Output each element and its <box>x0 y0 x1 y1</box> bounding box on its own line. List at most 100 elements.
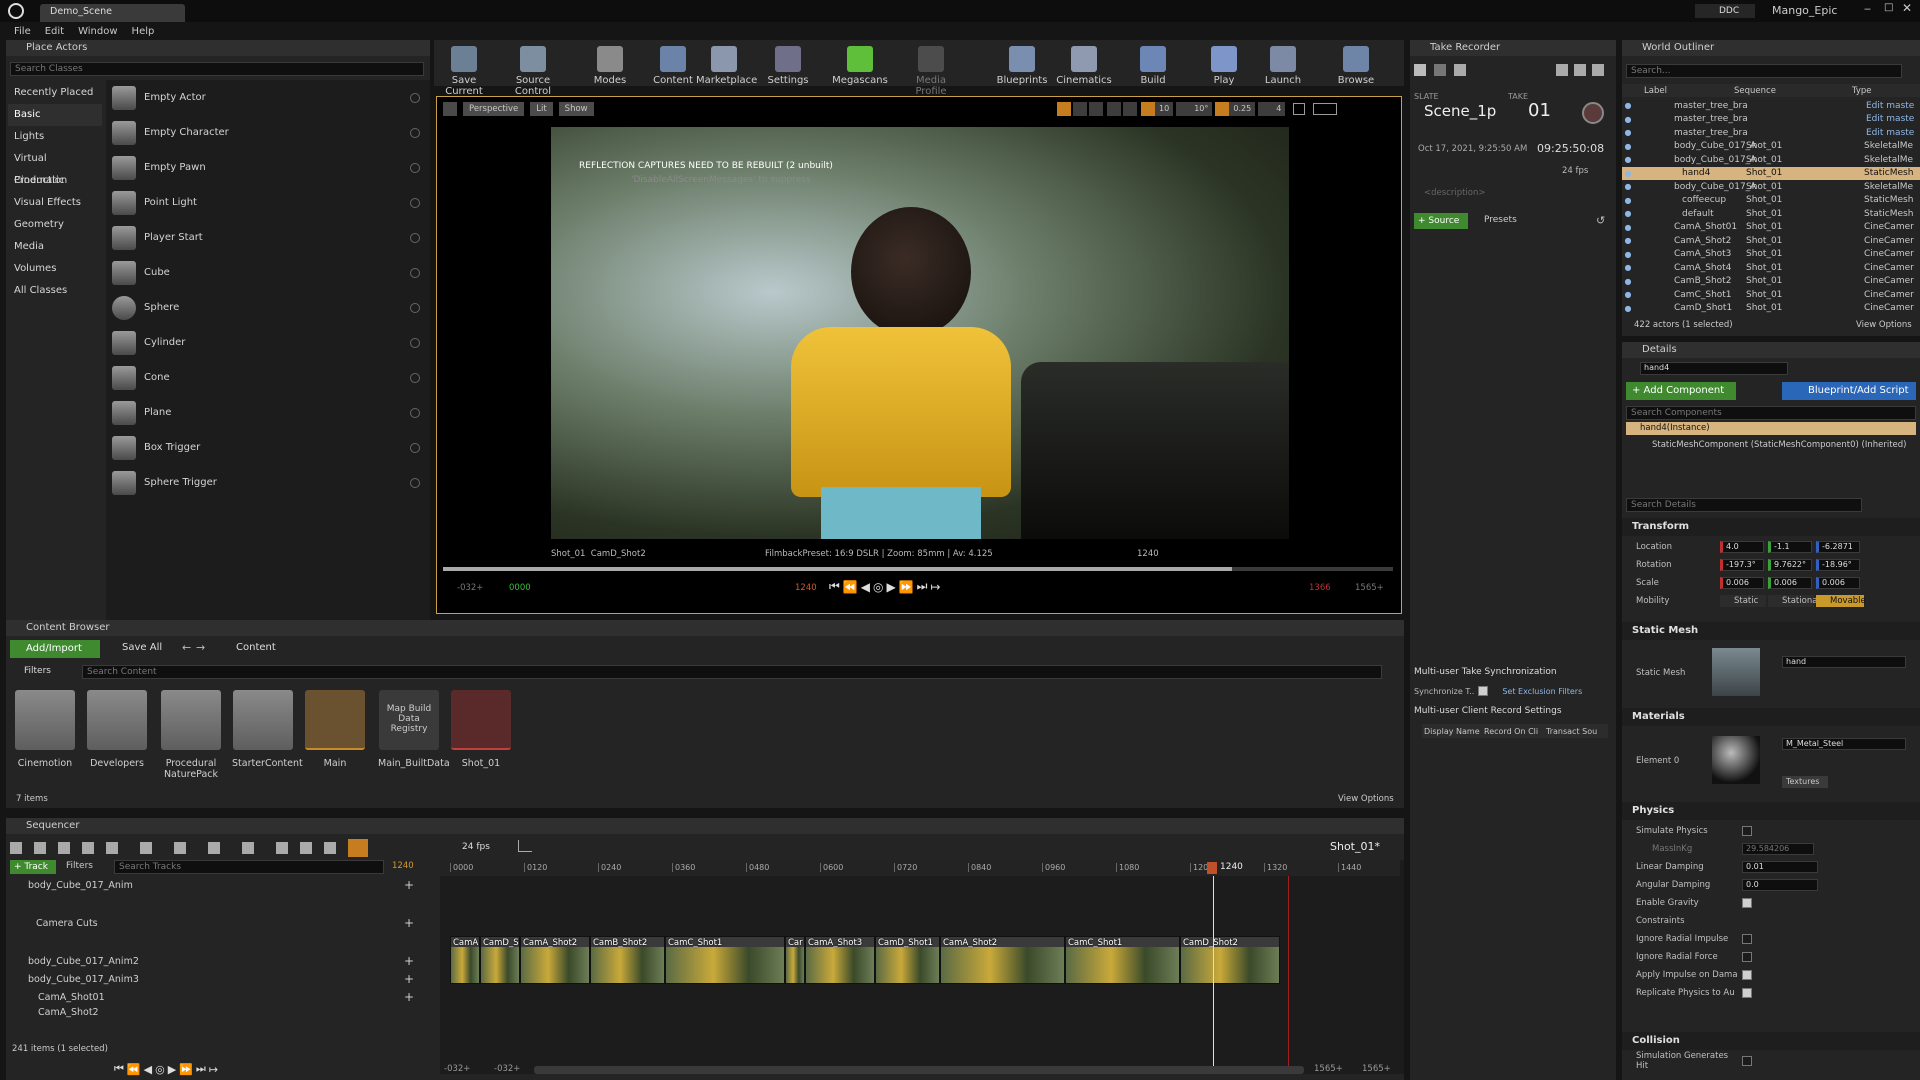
outliner-row[interactable]: ● CamB_Shot2 Shot_01 CineCamer <box>1622 275 1920 289</box>
timeline-ruler[interactable]: 0000 0120 0240 0360 0480 0600 0720 0840 0960 1080… <box>440 860 1400 876</box>
marketplace-button[interactable]: Marketplace <box>696 46 757 86</box>
current-frame-field[interactable]: 1240 <box>392 861 414 871</box>
outliner-row[interactable]: ● CamA_Shot01 Shot_01 CineCamer <box>1622 221 1920 235</box>
actor-empty-actor[interactable]: Empty Actor <box>106 80 430 115</box>
viewport-scrub-bar[interactable] <box>443 567 1393 571</box>
save-icon[interactable] <box>34 842 46 854</box>
col-label[interactable]: Label <box>1622 86 1734 96</box>
jump-end-icon[interactable]: ⏭ <box>196 1062 209 1076</box>
play-button[interactable]: Play <box>1196 46 1252 86</box>
actor-empty-character[interactable]: Empty Character <box>106 115 430 150</box>
track-body-cube-anim2[interactable]: body_Cube_017_Anim2 + <box>6 952 426 970</box>
eye-icon[interactable]: ● <box>1622 250 1634 259</box>
camera-cut-clip[interactable]: CamC_Shot1 <box>665 936 785 984</box>
play-reverse-icon[interactable]: ◀ <box>861 580 873 594</box>
scale-snap-value[interactable]: 0.25 <box>1229 102 1256 116</box>
category-recently-placed[interactable]: Recently Placed <box>8 82 102 104</box>
outliner-row[interactable]: ● default Shot_01 StaticMesh <box>1622 207 1920 221</box>
lit-button[interactable]: Lit <box>530 102 553 116</box>
outliner-row[interactable]: ● CamA_Shot2 Shot_01 CineCamer <box>1622 234 1920 248</box>
rotation-x[interactable]: -197.3° <box>1720 559 1764 571</box>
save-all-button[interactable]: Save All <box>108 642 162 653</box>
outliner-row[interactable]: ● CamC_Shot1 Shot_01 CineCamer <box>1622 288 1920 302</box>
eye-icon[interactable]: ● <box>1622 277 1634 286</box>
seq-in-frame[interactable]: -032+ <box>494 1064 520 1074</box>
vp-out-frame[interactable]: 1366 <box>1309 583 1331 593</box>
static-mesh-thumb[interactable] <box>1712 648 1760 696</box>
sequencer-tab[interactable]: Sequencer <box>6 818 1404 834</box>
camera-cut-clip[interactable]: Car <box>785 936 805 984</box>
translate-icon[interactable] <box>1057 102 1071 116</box>
location-y[interactable]: -1.1 <box>1768 541 1812 553</box>
mobility-movable[interactable]: Movable <box>1816 595 1866 607</box>
help-icon[interactable] <box>410 337 420 348</box>
menu-file[interactable]: File <box>14 26 31 37</box>
outliner-row[interactable]: ● CamA_Shot3 Shot_01 CineCamer <box>1622 248 1920 262</box>
add-icon[interactable]: + <box>404 916 414 930</box>
outliner-row-selected[interactable]: ● hand4 Shot_01 StaticMesh <box>1622 166 1920 180</box>
mobility-static[interactable]: Static <box>1720 595 1766 607</box>
replicate-physics-checkbox[interactable] <box>1742 988 1752 998</box>
component-row[interactable]: StaticMeshComponent (StaticMeshComponent… <box>1652 440 1906 450</box>
add-import-button[interactable]: Add/Import <box>10 640 100 658</box>
record-button[interactable] <box>1582 102 1604 124</box>
actor-cylinder[interactable]: Cylinder <box>106 325 430 360</box>
play-reverse-icon[interactable]: ◀ <box>144 1063 155 1076</box>
actor-player-start[interactable]: Player Start <box>106 220 430 255</box>
snap-magnet-icon[interactable] <box>348 839 368 857</box>
rotation-z[interactable]: -18.96° <box>1816 559 1860 571</box>
transform-header[interactable]: Transform <box>1622 518 1920 536</box>
instance-row[interactable]: hand4(Instance) <box>1626 422 1916 435</box>
static-mesh-dropdown[interactable]: hand <box>1782 656 1906 668</box>
category-geometry[interactable]: Geometry <box>8 214 102 236</box>
grid-snap-value[interactable]: 10 <box>1155 102 1174 116</box>
eye-icon[interactable]: ● <box>1622 236 1634 245</box>
menu-help[interactable]: Help <box>132 26 155 37</box>
outliner-row[interactable]: ● CamD_Shot1 Shot_01 CineCamer <box>1622 302 1920 316</box>
camera-speed-value[interactable]: 4 <box>1272 102 1286 116</box>
mass-field[interactable]: 29.584206 <box>1742 843 1814 855</box>
megascans-button[interactable]: Megascans <box>832 46 888 86</box>
add-icon[interactable]: + <box>404 972 414 986</box>
viewport[interactable]: Perspective Lit Show 10 10° 0.25 4 REFLE… <box>436 96 1402 614</box>
outliner-row[interactable]: ● body_Cube_017_A Shot_01 SkeletalMe <box>1622 140 1920 154</box>
category-media[interactable]: Media <box>8 236 102 258</box>
vp-start-frame[interactable]: -032+ <box>457 583 483 593</box>
details-tab[interactable]: Details <box>1622 342 1920 358</box>
outliner-row[interactable]: ● coffeecup Shot_01 StaticMesh <box>1622 194 1920 208</box>
maximize-icon[interactable]: □ <box>1884 2 1898 13</box>
cinematics-button[interactable]: Cinematics <box>1056 46 1112 86</box>
synchronize-checkbox[interactable] <box>1478 686 1489 696</box>
place-actors-tab[interactable]: Place Actors <box>6 40 430 56</box>
constraints-row[interactable]: Constraints <box>1622 912 1920 930</box>
back-icon[interactable]: ← <box>182 641 191 654</box>
vp-in-frame[interactable]: 0000 <box>509 583 531 593</box>
eye-icon[interactable]: ● <box>1622 223 1634 232</box>
help-icon[interactable] <box>410 267 420 278</box>
diamond-icon[interactable] <box>276 842 288 854</box>
add-icon[interactable]: + <box>404 990 414 1004</box>
minimize-icon[interactable]: ‒ <box>1864 2 1878 15</box>
ddc-badge[interactable]: DDC <box>1695 4 1755 18</box>
content-breadcrumb[interactable]: Content <box>236 642 276 653</box>
take-value[interactable]: 01 <box>1528 100 1551 121</box>
category-lights[interactable]: Lights <box>8 126 102 148</box>
cb-view-options[interactable]: View Options <box>1338 794 1394 804</box>
loop-icon[interactable]: ↦ <box>209 1063 221 1076</box>
camera-cut-clip[interactable]: CamC_Shot1 <box>1065 936 1180 984</box>
help-icon[interactable] <box>410 92 420 103</box>
col-transact-source[interactable]: Transact Sou <box>1546 727 1608 736</box>
client-record-header[interactable]: Multi-user Client Record Settings <box>1414 706 1562 716</box>
eye-icon[interactable]: ● <box>1622 115 1634 124</box>
help-icon[interactable] <box>410 127 420 138</box>
track-body-cube-anim[interactable]: body_Cube_017_Anim + <box>6 876 426 894</box>
folder-startercontent[interactable]: StarterContent <box>232 690 303 769</box>
add-icon[interactable]: + <box>404 878 414 892</box>
scale-x[interactable]: 0.006 <box>1720 577 1764 589</box>
show-button[interactable]: Show <box>558 102 594 116</box>
ignore-radial-impulse-checkbox[interactable] <box>1742 934 1752 944</box>
add-component-button[interactable]: + Add Component <box>1626 382 1736 400</box>
help-icon[interactable] <box>410 477 420 488</box>
enable-gravity-checkbox[interactable] <box>1742 898 1752 908</box>
jump-start-icon[interactable]: ⏮ <box>114 1062 127 1076</box>
